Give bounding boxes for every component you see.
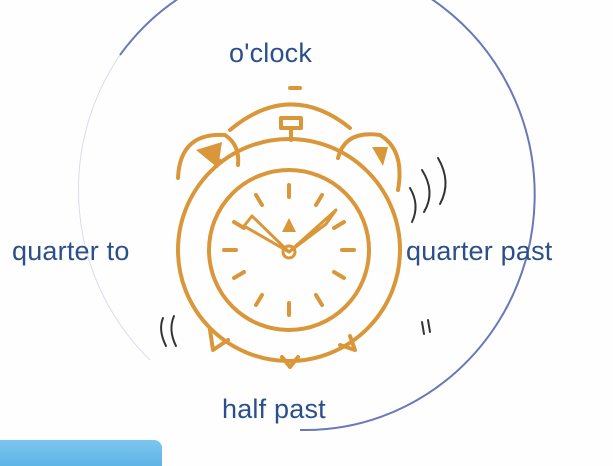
twelve-marker bbox=[282, 218, 296, 232]
label-half-past: half past bbox=[222, 394, 326, 424]
label-oclock: o'clock bbox=[229, 38, 313, 68]
label-quarter-past: quarter past bbox=[406, 236, 553, 266]
blue-badge bbox=[0, 440, 162, 466]
hour-hand bbox=[242, 214, 291, 254]
vibration-marks bbox=[160, 157, 447, 347]
clock-hands bbox=[242, 208, 338, 260]
clock-diagram: o'clock quarter to quarter past half pas… bbox=[0, 0, 613, 466]
minute-hand bbox=[287, 208, 338, 254]
right-bell bbox=[336, 132, 402, 192]
outer-circle-arc-left bbox=[78, 54, 151, 361]
label-quarter-to: quarter to bbox=[12, 236, 130, 266]
